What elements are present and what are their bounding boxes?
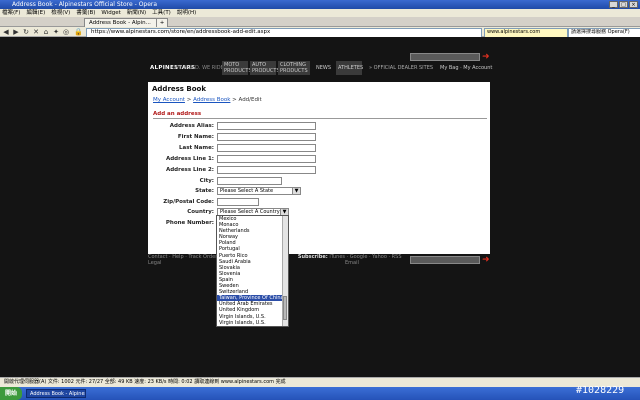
- search-go-icon[interactable]: ➜: [482, 53, 494, 62]
- alias-input[interactable]: [217, 122, 316, 130]
- dropdown-scrollbar[interactable]: [282, 216, 288, 326]
- site-footer: Contact · Help · Track Order Subscribe: …: [148, 254, 402, 266]
- maximize-button[interactable]: □: [619, 1, 628, 8]
- phone-label: Phone Number:: [165, 220, 214, 226]
- taskbar: [0, 387, 640, 400]
- nav-clothing-products[interactable]: CLOTHING PRODUCTS: [278, 61, 310, 75]
- menu-bookmarks[interactable]: 書籤(B): [76, 9, 95, 17]
- home-icon[interactable]: ⌂: [42, 28, 50, 36]
- back-icon[interactable]: ◀: [2, 28, 10, 36]
- taskbar-item[interactable]: Address Book - Alpinesta...: [26, 389, 86, 398]
- country-options: Mexico Monaco Netherlands Norway Poland Portu…: [217, 216, 288, 326]
- zip-input[interactable]: [217, 198, 259, 206]
- menu-bar: 檔案(F) 編輯(E) 檢視(V) 書籤(B) Widget 新聞(N) 工具(…: [0, 9, 640, 17]
- country-label: Country:: [187, 209, 214, 215]
- footer-search-go-icon[interactable]: ➜: [482, 256, 494, 265]
- forward-icon[interactable]: ▶: [12, 28, 20, 36]
- wand-icon[interactable]: ✦: [52, 28, 60, 36]
- dealer-sites-link[interactable]: » OFFICIAL DEALER SITES: [369, 65, 433, 71]
- alias-label: Address Alias:: [169, 123, 214, 129]
- breadcrumb: My Account > Address Book > Add/Edit: [153, 97, 262, 103]
- status-bar: 開啟代理伺服器(A) 文件: 1002 元件: 27/27 全部: 49 KB …: [0, 377, 640, 387]
- section-divider: [153, 118, 487, 119]
- address-line1-input[interactable]: [217, 155, 316, 163]
- breadcrumb-current: > Add/Edit: [232, 97, 262, 103]
- feed-icon[interactable]: ◎: [62, 28, 70, 36]
- reload-icon[interactable]: ↻: [22, 28, 30, 36]
- breadcrumb-address-book[interactable]: Address Book: [193, 97, 230, 103]
- menu-tools[interactable]: 工具(T): [152, 9, 171, 17]
- page-title: Address Book: [152, 85, 207, 93]
- close-button[interactable]: ×: [629, 1, 638, 8]
- menu-edit[interactable]: 編輯(E): [26, 9, 45, 17]
- nav-news[interactable]: NEWS: [314, 61, 334, 75]
- site-search-input[interactable]: [410, 53, 480, 61]
- menu-widget[interactable]: Widget: [101, 9, 120, 17]
- lock-icon: 🔒: [74, 28, 83, 36]
- footer-email-link[interactable]: Email: [345, 260, 359, 266]
- nav-moto-products[interactable]: MOTO PRODUCTS: [222, 61, 252, 75]
- footer-search-input[interactable]: [410, 256, 480, 264]
- section-title: Add an address: [153, 111, 202, 117]
- state-label: State:: [195, 188, 214, 194]
- menu-file[interactable]: 檔案(F): [2, 9, 20, 17]
- first-name-label: First Name:: [177, 134, 214, 140]
- country-option[interactable]: Virgin Islands, U.S.: [217, 320, 288, 326]
- address-line2-label: Address Line 2:: [165, 167, 214, 173]
- nav-athletes[interactable]: ATHLETES: [336, 61, 363, 75]
- address-line1-label: Address Line 1:: [165, 156, 214, 162]
- stop-icon[interactable]: ✕: [32, 28, 40, 36]
- tab-bar: Address Book - Alpin... +: [0, 17, 640, 28]
- site-tagline: WE BUILD. WE RIDE: [174, 65, 224, 71]
- zip-label: Zip/Postal Code:: [163, 199, 214, 205]
- chevron-down-icon: ▼: [292, 188, 300, 194]
- last-name-label: Last Name:: [178, 145, 214, 151]
- navigation-bar: ◀ ▶ ↻ ✕ ⌂ ✦ ◎ 🔒 https://www.alpinestars.…: [0, 27, 640, 38]
- footer-legal-link[interactable]: Legal: [148, 260, 161, 266]
- last-name-input[interactable]: [217, 144, 316, 152]
- menu-view[interactable]: 檢視(V): [51, 9, 70, 17]
- start-button[interactable]: 開始: [0, 387, 22, 400]
- watermark-text: #1028229: [576, 385, 625, 396]
- first-name-input[interactable]: [217, 133, 316, 141]
- user-links[interactable]: My Bag · My Account: [440, 65, 492, 71]
- window-title-bar: Address Book - Alpinestars Official Stor…: [0, 0, 640, 9]
- state-select[interactable]: Please Select A State ▼: [217, 187, 301, 195]
- nav-auto-products[interactable]: AUTO PRODUCTS: [250, 61, 280, 75]
- menu-news[interactable]: 新聞(N): [127, 9, 146, 17]
- minimize-button[interactable]: _: [609, 1, 618, 8]
- city-label: City:: [199, 178, 214, 184]
- address-line2-input[interactable]: [217, 166, 316, 174]
- menu-help[interactable]: 說明(H): [177, 9, 196, 17]
- breadcrumb-my-account[interactable]: My Account: [153, 97, 185, 103]
- country-dropdown-list[interactable]: Mexico Monaco Netherlands Norway Poland Portu…: [216, 215, 289, 327]
- scrollbar-thumb[interactable]: [283, 296, 287, 320]
- window-title: Address Book - Alpinestars Official Stor…: [12, 1, 158, 8]
- city-input[interactable]: [217, 177, 282, 185]
- window-controls: _ □ ×: [609, 1, 638, 8]
